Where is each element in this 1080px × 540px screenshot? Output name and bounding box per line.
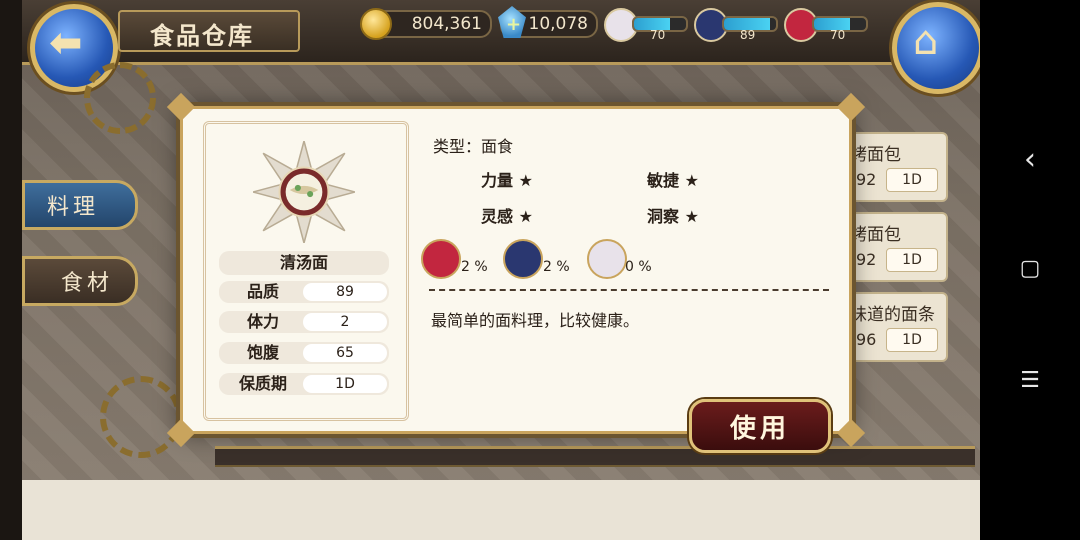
item-type: 类型：面食 [433,137,514,156]
stat-label: 保质期 [238,374,287,393]
stat-value: 1D [303,375,387,393]
left-edge [0,0,22,540]
gear-decoration-icon [84,62,156,134]
use-button-label: 使用 [729,414,790,444]
nav-back-icon[interactable]: ‹ [1016,142,1044,177]
item-quality: 96 [856,330,877,349]
stat-label: 饱腹 [246,343,279,362]
gold-value: 804,361 [411,14,482,34]
corner-ornament-icon [836,418,866,448]
list-item[interactable]: 烤面包 92 1D [840,212,948,282]
home-button[interactable]: ⌂ [892,2,980,94]
stat-stamina: 体力 2 [219,311,389,333]
item-name: 烤面包 [850,225,901,245]
stamina-value: 70 [650,28,666,42]
tab-label: 食材 [61,271,114,296]
tab-label: 料理 [47,195,100,220]
game-screen: ⬅ 食品仓库 804,361 + 10,078 70 89 70 ⌂ 料理 食材… [0,0,980,540]
stat-quality: 品质 89 [219,281,389,303]
item-shelf-life: 1D [886,248,938,272]
item-shelf-life: 1D [886,168,938,192]
page-title: 食品仓库 [150,21,254,50]
nav-home-icon[interactable]: ▢ [1016,256,1044,281]
nav-menu-icon[interactable]: ☰ [1016,368,1044,393]
item-detail-modal: 清汤面 品质 89 体力 2 饱腹 65 保质期 1D 类型：面食 力量 ★ 敏… [166,92,866,453]
star-icon: ★ [518,171,533,190]
stamina-value: 70 [830,28,846,42]
red-hair-character-icon [421,239,461,279]
attribute-label: 力量 [481,171,514,190]
stat-value: 65 [303,344,387,362]
item-description: 最简单的面料理，比较健康。 [431,311,640,330]
item-name: 烤面包 [850,145,901,165]
back-arrow-icon: ⬅ [49,20,83,66]
divider [429,289,829,291]
gear-decoration-icon [100,376,182,458]
use-button[interactable]: 使用 [689,399,831,453]
item-quality: 92 [856,250,877,269]
silver-hair-character-icon [587,239,627,279]
attribute-inspiration: 灵感 ★ [481,203,533,227]
character-affinity: 0 % [625,259,652,275]
item-shelf-life: 1D [886,328,938,352]
title-plate: 食品仓库 [118,10,300,52]
stat-label: 体力 [246,312,279,331]
gem-counter[interactable]: + 10,078 [498,6,598,38]
gem-value: 10,078 [528,14,588,34]
bottom-rail [215,446,975,467]
tab-cooking[interactable]: 料理 [22,180,138,230]
home-icon: ⌂ [913,18,939,64]
star-icon: ★ [684,171,699,190]
item-quality: 92 [856,170,877,189]
gold-coin-icon [360,8,392,40]
character-affinity: 2 % [461,259,488,275]
item-name: 味道的面条 [850,305,935,325]
attribute-strength: 力量 ★ [481,167,533,191]
corner-ornament-icon [836,92,866,122]
stat-label: 品质 [246,282,279,301]
stamina-red: 70 [784,8,868,42]
stamina-blue: 89 [694,8,778,42]
bottom-panel [22,480,980,540]
list-item[interactable]: 烤面包 92 1D [840,132,948,202]
android-nav-bar: ‹ ▢ ☰ [980,0,1080,540]
noodle-soup-icon [253,141,355,243]
star-icon: ★ [684,207,699,226]
stat-satiety: 饱腹 65 [219,342,389,364]
star-icon: ★ [518,207,533,226]
attribute-insight: 洞察 ★ [647,203,699,227]
blue-hair-character-icon [503,239,543,279]
character-affinity: 2 % [543,259,570,275]
stat-value: 2 [303,313,387,331]
stat-shelf-life: 保质期 1D [219,373,389,395]
corner-ornament-icon [166,92,196,122]
tab-ingredients[interactable]: 食材 [22,256,138,306]
attribute-agility: 敏捷 ★ [647,167,699,191]
gold-counter: 804,361 [360,8,492,40]
attribute-label: 敏捷 [647,171,680,190]
list-item[interactable]: 味道的面条 96 1D [840,292,948,362]
stat-value: 89 [303,283,387,301]
stamina-value: 89 [740,28,756,42]
attribute-label: 灵感 [481,207,514,226]
stamina-silver: 70 [604,8,688,42]
attribute-label: 洞察 [647,207,680,226]
item-title: 清汤面 [219,251,389,275]
